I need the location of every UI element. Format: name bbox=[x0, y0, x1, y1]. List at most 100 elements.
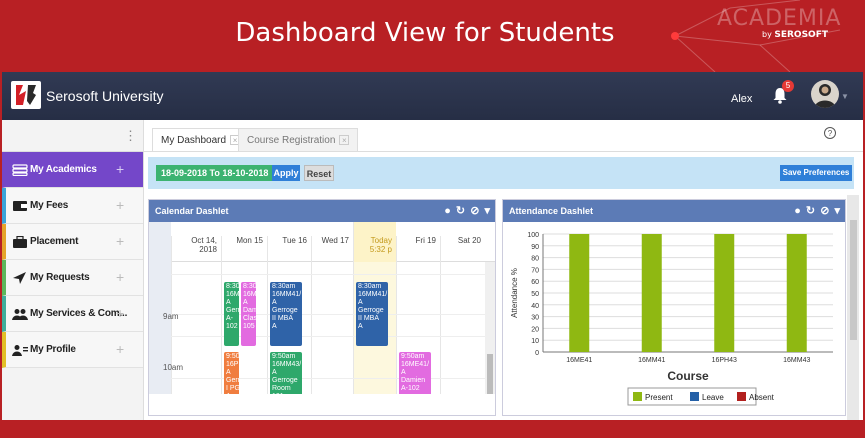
kebab-menu-icon[interactable]: ⋮ bbox=[124, 128, 137, 144]
books-icon bbox=[12, 164, 28, 177]
scrollbar-thumb[interactable] bbox=[850, 220, 857, 340]
serosoft-logo-icon[interactable] bbox=[11, 81, 41, 109]
y-tick-label: 90 bbox=[531, 244, 539, 251]
calendar-event[interactable]: 8:30am 16MM41/ A Gerroge II MBA A bbox=[356, 282, 388, 346]
sidebar-item-label: My Services & Com... bbox=[30, 308, 128, 319]
briefcase-icon bbox=[12, 235, 28, 248]
sidebar-item-my-requests[interactable]: My Requests + bbox=[2, 260, 143, 296]
calendar-grid: 9am 10am 8:30 16M A Gerr A- 102 8:30 16M A … bbox=[149, 262, 495, 394]
profile-icon bbox=[12, 344, 28, 356]
sidebar-item-label: My Academics bbox=[30, 164, 97, 175]
toggle-icon[interactable]: ● bbox=[794, 205, 802, 217]
calendar-time-label: 10am bbox=[163, 363, 184, 372]
tab-divider bbox=[144, 151, 863, 152]
plus-icon[interactable]: + bbox=[116, 269, 124, 285]
y-tick-label: 10 bbox=[531, 338, 539, 345]
sidebar-item-my-fees[interactable]: My Fees + bbox=[2, 188, 143, 224]
plus-icon[interactable]: + bbox=[116, 197, 124, 213]
calendar-event[interactable]: 8:30 16M A Dam Clas 105 bbox=[241, 282, 256, 346]
save-preferences-button[interactable]: Save Preferences bbox=[780, 165, 852, 181]
help-icon[interactable]: ? bbox=[824, 127, 836, 139]
attendance-dashlet: Attendance Dashlet ● ↻ ⊘ ▾ 0 10 20 30 40 50 60… bbox=[502, 199, 846, 416]
calendar-event[interactable]: 9:50am 16ME41/ A Damien A-102 bbox=[399, 352, 431, 394]
sidebar-menu: My Academics + My Fees + Placement + My Reques… bbox=[2, 152, 143, 368]
calendar-day-label[interactable]: Today 5:32 p bbox=[353, 222, 396, 262]
x-tick-label: 16ME41 bbox=[566, 357, 592, 364]
calendar-day-column[interactable] bbox=[311, 262, 353, 394]
scrollbar-thumb[interactable] bbox=[487, 354, 493, 394]
calendar-event[interactable]: 9:50am 16PH43/ A Gerroge I PGDM A bbox=[224, 352, 239, 394]
refresh-icon[interactable]: ↻ bbox=[806, 205, 816, 217]
calendar-day-label[interactable]: Mon 15 bbox=[221, 236, 267, 262]
calendar-event[interactable]: 8:30am 16MM41/ A Gerroge II MBA A bbox=[270, 282, 302, 346]
calendar-event[interactable]: 8:30 16M A Gerr A- 102 bbox=[224, 282, 239, 346]
tab-my-dashboard[interactable]: My Dashboard × bbox=[152, 128, 250, 152]
calendar-scrollbar[interactable] bbox=[485, 262, 495, 394]
plus-icon[interactable]: + bbox=[116, 341, 124, 357]
block-icon[interactable]: ⊘ bbox=[470, 205, 480, 217]
dropdown-icon[interactable]: ▾ bbox=[834, 205, 841, 217]
sidebar-item-my-academics[interactable]: My Academics + bbox=[2, 152, 143, 188]
toggle-icon[interactable]: ● bbox=[444, 205, 452, 217]
calendar-gutter bbox=[149, 222, 171, 262]
bar-present bbox=[714, 234, 735, 352]
university-name: Serosoft University bbox=[46, 88, 164, 104]
y-axis-title: Attendance % bbox=[510, 268, 519, 318]
date-range-picker[interactable]: 18-09-2018 To 18-10-2018 ▼ bbox=[156, 165, 286, 181]
user-name[interactable]: Alex bbox=[731, 93, 752, 105]
y-tick-label: 60 bbox=[531, 279, 539, 286]
calendar-day-label[interactable]: Tue 16 bbox=[267, 236, 311, 262]
dashlet-controls: ● ↻ ⊘ ▾ bbox=[794, 204, 841, 217]
calendar-gridline bbox=[171, 336, 485, 337]
sidebar-item-label: My Requests bbox=[30, 272, 90, 283]
calendar-gridline bbox=[171, 274, 485, 275]
calendar-day-column[interactable] bbox=[440, 262, 485, 394]
sidebar-item-my-services-com[interactable]: My Services & Com... + bbox=[2, 296, 143, 332]
legend-label: Absent bbox=[749, 393, 775, 402]
dashlet-title: Calendar Dashlet bbox=[155, 206, 229, 216]
x-tick-label: 16MM43 bbox=[783, 357, 810, 364]
tab-course-registration[interactable]: Course Registration × bbox=[238, 128, 359, 152]
y-tick-label: 20 bbox=[531, 326, 539, 333]
app-header: Serosoft University Alex 5 ▼ bbox=[2, 72, 863, 120]
x-axis-title: Course bbox=[667, 369, 709, 383]
calendar-gridline bbox=[171, 314, 485, 315]
logo-byline: by SEROSOFT bbox=[762, 30, 828, 40]
legend-swatch bbox=[690, 392, 699, 401]
legend-label: Leave bbox=[702, 393, 724, 402]
plus-icon[interactable]: + bbox=[116, 161, 124, 177]
sidebar-item-placement[interactable]: Placement + bbox=[2, 224, 143, 260]
close-icon[interactable]: × bbox=[339, 135, 350, 145]
y-tick-label: 100 bbox=[527, 232, 539, 239]
legend-swatch bbox=[737, 392, 746, 401]
sidebar: ⋮ My Academics + My Fees + Placement + My Requ… bbox=[2, 120, 144, 420]
chevron-down-icon[interactable]: ▼ bbox=[841, 92, 849, 101]
sidebar-item-my-profile[interactable]: My Profile + bbox=[2, 332, 143, 368]
date-range-value: 18-09-2018 To 18-10-2018 bbox=[161, 168, 269, 178]
send-icon bbox=[12, 272, 28, 284]
y-tick-label: 70 bbox=[531, 267, 539, 274]
y-tick-label: 40 bbox=[531, 303, 539, 310]
calendar-day-label[interactable]: Wed 17 bbox=[311, 236, 353, 262]
apply-button[interactable]: Apply bbox=[272, 165, 300, 181]
presentation-banner: Dashboard View for Students ACADEMIA by … bbox=[0, 0, 865, 72]
calendar-day-label[interactable]: Fri 19 bbox=[396, 236, 440, 262]
dropdown-icon[interactable]: ▾ bbox=[484, 205, 491, 217]
calendar-day-column[interactable] bbox=[171, 262, 221, 394]
plus-icon[interactable]: + bbox=[116, 233, 124, 249]
block-icon[interactable]: ⊘ bbox=[820, 205, 830, 217]
calendar-day-header: Oct 14, 2018 Mon 15 Tue 16 Wed 17 Today 5:32… bbox=[149, 222, 495, 262]
avatar[interactable] bbox=[811, 80, 839, 108]
filter-toolbar: 18-09-2018 To 18-10-2018 ▼ Apply Reset S… bbox=[148, 157, 854, 189]
reset-button[interactable]: Reset bbox=[304, 165, 334, 181]
plus-icon[interactable]: + bbox=[116, 305, 124, 321]
sidebar-header: ⋮ bbox=[2, 120, 143, 152]
refresh-icon[interactable]: ↻ bbox=[456, 205, 466, 217]
bar-present bbox=[786, 234, 807, 352]
screen: Dashboard View for Students ACADEMIA by … bbox=[0, 0, 865, 438]
tab-label: Course Registration bbox=[247, 135, 336, 146]
calendar-day-label[interactable]: Oct 14, 2018 bbox=[171, 236, 221, 262]
calendar-event[interactable]: 9:50am 16MM43/ A Gerroge Room 101 bbox=[270, 352, 302, 394]
calendar-day-label[interactable]: Sat 20 bbox=[440, 236, 485, 262]
y-tick-label: 30 bbox=[531, 315, 539, 322]
